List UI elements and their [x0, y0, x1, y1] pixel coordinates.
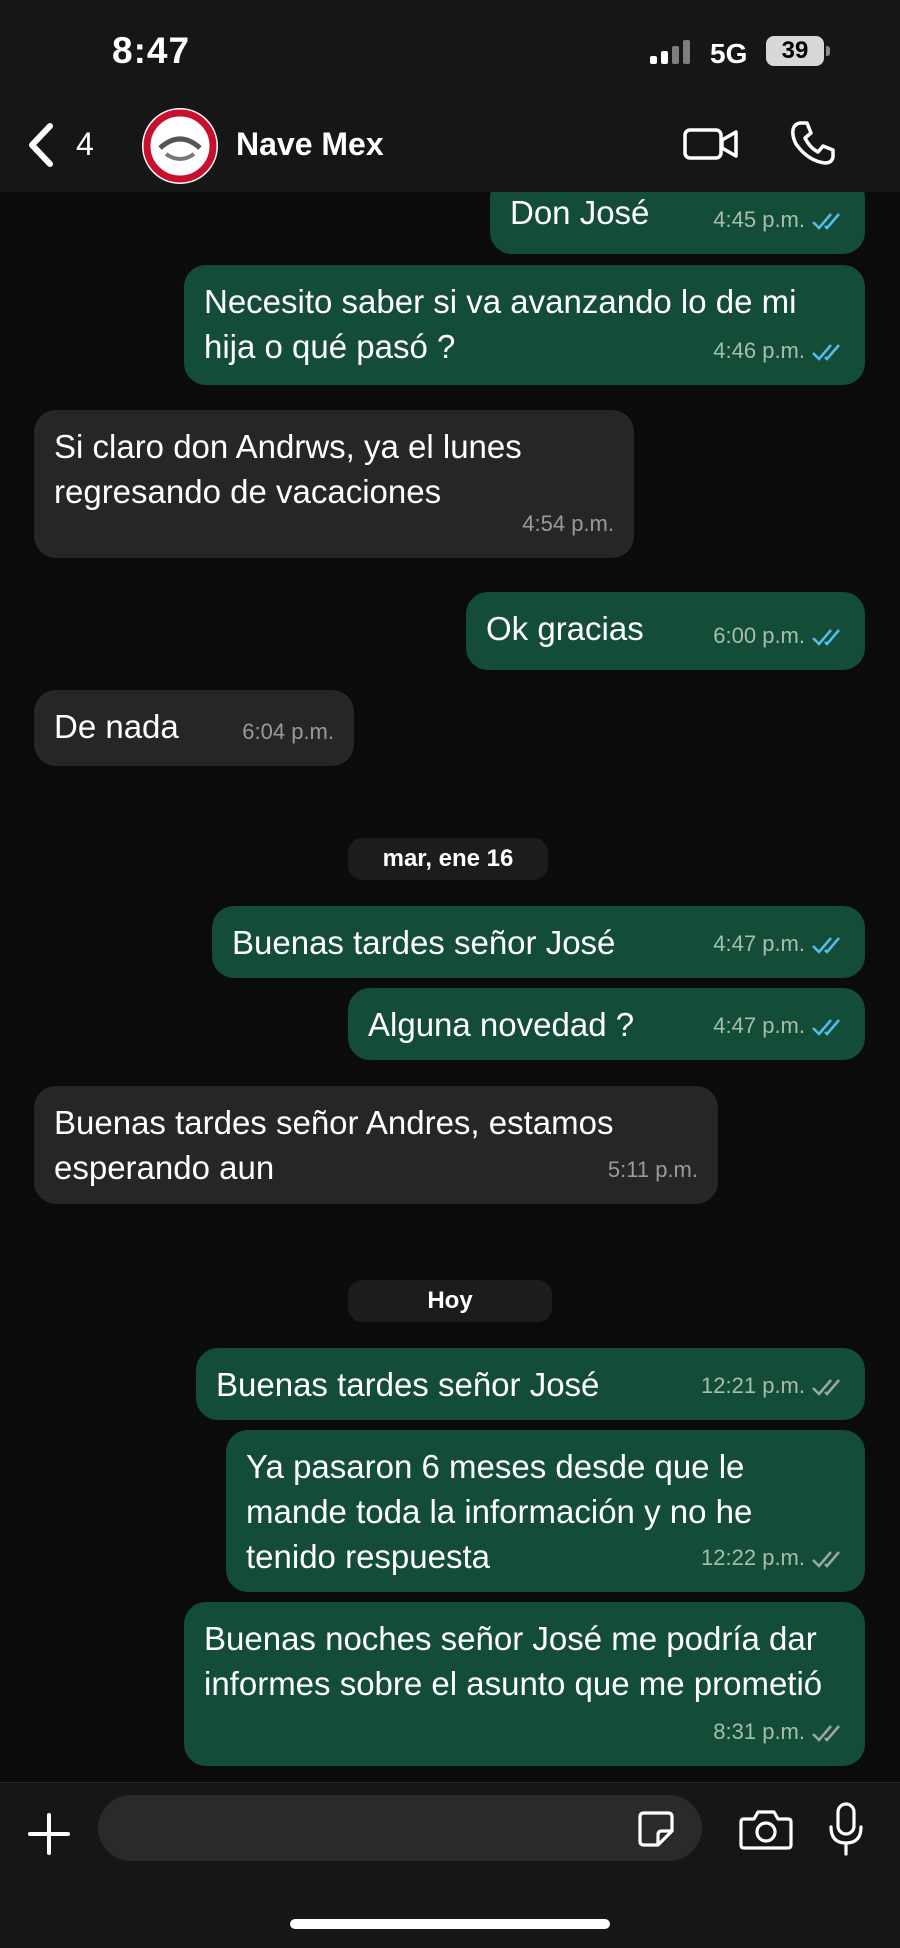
message-meta: 4:46 p.m.	[713, 328, 845, 373]
video-camera-icon	[683, 128, 738, 160]
message-time: 4:47 p.m.	[713, 1013, 805, 1038]
camera-icon	[739, 1810, 793, 1850]
message-meta: 4:47 p.m.	[713, 921, 845, 966]
double-check-icon	[812, 344, 840, 362]
message-outgoing[interactable]: Buenas noches señor José me podría dar i…	[184, 1602, 865, 1766]
sticker-button[interactable]	[636, 1809, 676, 1849]
navemex-logo	[143, 109, 217, 183]
message-meta: 4:45 p.m.	[713, 197, 845, 242]
message-outgoing[interactable]: Alguna novedad ? 4:47 p.m.	[348, 988, 865, 1060]
message-meta: 8:31 p.m.	[713, 1709, 845, 1754]
double-check-icon	[812, 1551, 840, 1569]
contact-name[interactable]: Nave Mex	[236, 126, 384, 163]
double-check-icon	[812, 1379, 840, 1397]
phone-icon	[791, 121, 835, 165]
video-call-button[interactable]	[682, 122, 740, 166]
battery-icon: 39	[766, 36, 824, 66]
message-time: 4:46 p.m.	[713, 338, 805, 363]
unread-count[interactable]: 4	[76, 126, 94, 163]
signal-icon	[650, 40, 694, 64]
double-check-icon	[812, 937, 840, 955]
message-outgoing[interactable]: Ya pasaron 6 meses desde que le mande to…	[226, 1430, 865, 1592]
message-outgoing[interactable]: Ok gracias 6:00 p.m.	[466, 592, 865, 670]
voice-call-button[interactable]	[788, 118, 838, 168]
message-time: 12:21 p.m.	[701, 1373, 805, 1398]
message-meta: 6:00 p.m.	[713, 613, 845, 658]
message-time: 5:11 p.m.	[607, 1157, 698, 1182]
message-list[interactable]: Don José 4:45 p.m. Necesito saber si va …	[0, 192, 900, 1782]
message-time: 8:31 p.m.	[713, 1719, 805, 1744]
message-input[interactable]	[98, 1795, 702, 1861]
message-meta: 12:22 p.m.	[701, 1535, 845, 1580]
message-outgoing[interactable]: Buenas tardes señor José 4:47 p.m.	[212, 906, 865, 978]
back-button[interactable]	[22, 120, 62, 170]
message-text: Buenas noches señor José me podría dar i…	[204, 1620, 823, 1702]
camera-button[interactable]	[738, 1807, 794, 1851]
chat-header: 4 Nave Mex	[0, 100, 900, 193]
double-check-icon	[812, 213, 840, 231]
message-meta: 4:47 p.m.	[713, 1003, 845, 1048]
sticker-icon	[638, 1811, 674, 1847]
message-incoming[interactable]: De nada 6:04 p.m.	[34, 690, 354, 766]
status-bar: 8:47 5G 39	[0, 0, 900, 100]
message-outgoing[interactable]: Don José 4:45 p.m.	[490, 192, 865, 254]
chevron-left-icon	[29, 123, 53, 167]
attach-button[interactable]	[24, 1809, 74, 1859]
message-time: 6:04 p.m.	[242, 719, 334, 744]
plus-icon	[28, 1813, 70, 1855]
message-incoming[interactable]: Si claro don Andrws, ya el lunes regresa…	[34, 410, 634, 558]
message-time: 4:47 p.m.	[713, 931, 805, 956]
clock: 8:47	[112, 30, 191, 71]
voice-note-button[interactable]	[826, 1801, 866, 1857]
battery-tip	[826, 46, 830, 56]
network-type: 5G	[710, 38, 748, 69]
composer-bar	[0, 1782, 900, 1948]
message-time: 4:45 p.m.	[713, 207, 805, 232]
double-check-icon	[812, 1019, 840, 1037]
message-meta: 12:21 p.m.	[701, 1363, 845, 1408]
avatar[interactable]	[142, 108, 218, 184]
message-time: 4:54 p.m.	[522, 511, 614, 536]
message-text: Buenas tardes señor Andres, estamos espe…	[54, 1104, 614, 1186]
message-outgoing[interactable]: Buenas tardes señor José 12:21 p.m.	[196, 1348, 865, 1420]
date-separator: mar, ene 16	[348, 838, 548, 880]
message-time: 6:00 p.m.	[713, 623, 805, 648]
message-time: 12:22 p.m.	[701, 1545, 805, 1570]
home-indicator	[290, 1919, 610, 1929]
double-check-icon	[812, 1725, 840, 1743]
date-separator: Hoy	[348, 1280, 552, 1322]
microphone-icon	[829, 1802, 863, 1856]
double-check-icon	[812, 629, 840, 647]
message-outgoing[interactable]: Necesito saber si va avanzando lo de mi …	[184, 265, 865, 385]
message-incoming[interactable]: Buenas tardes señor Andres, estamos espe…	[34, 1086, 718, 1204]
